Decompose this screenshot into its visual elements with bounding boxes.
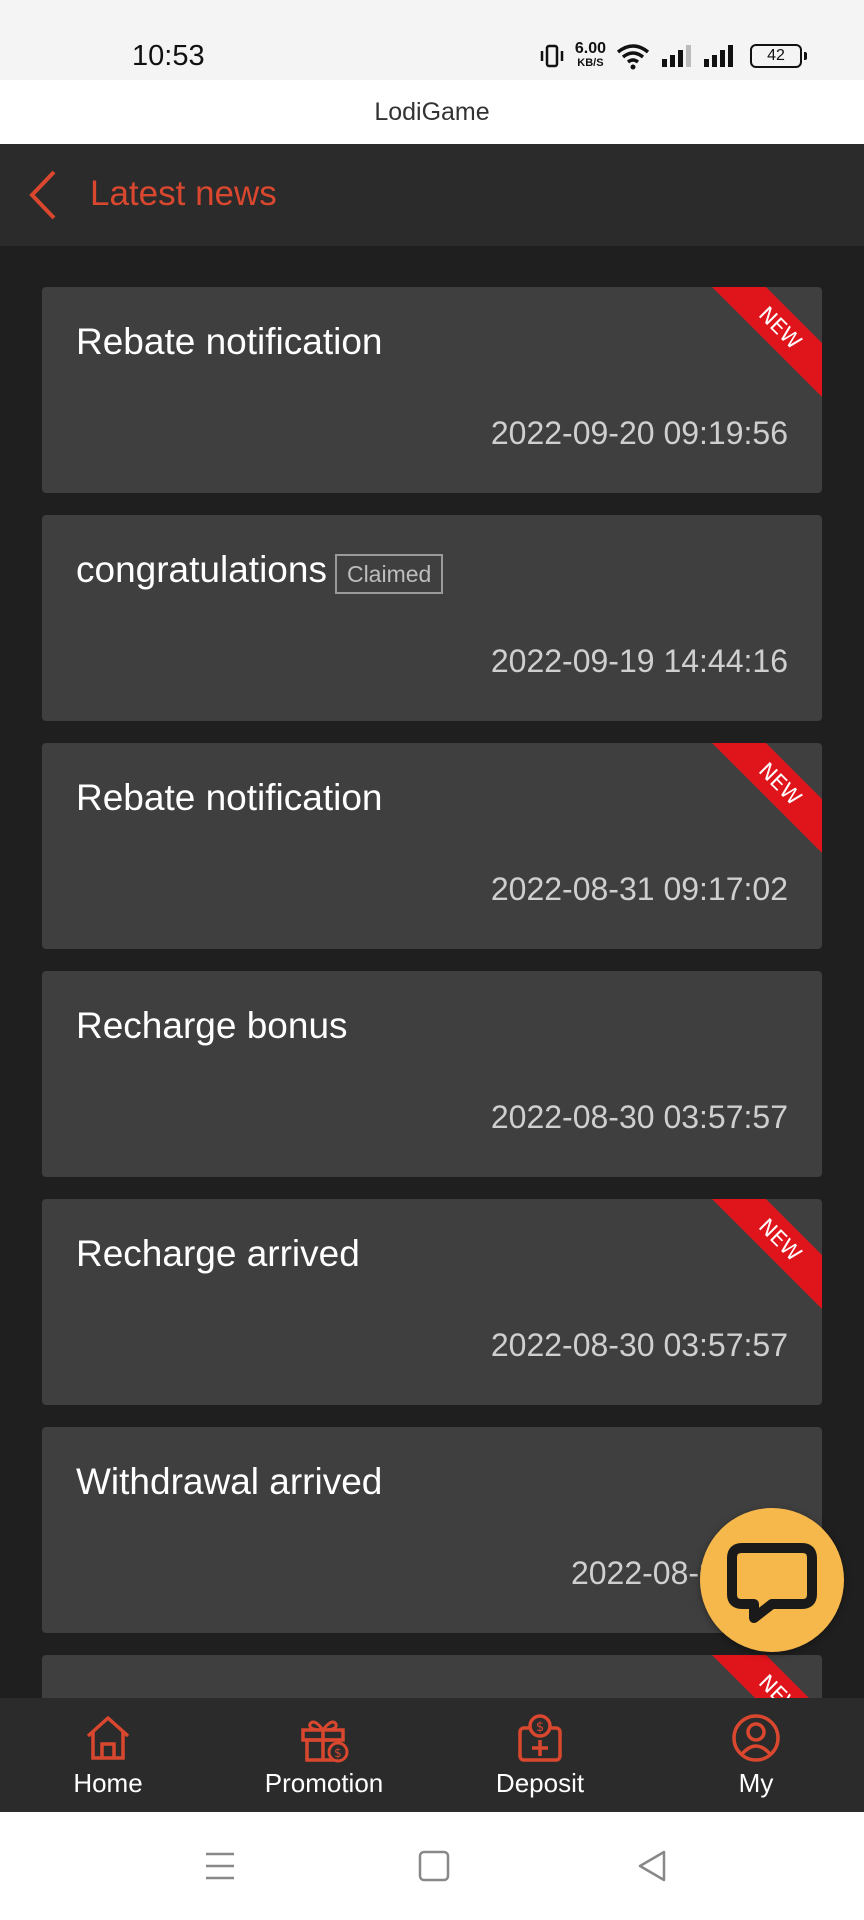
new-ribbon: NEW <box>709 287 822 399</box>
page-title: Latest news <box>90 174 277 213</box>
triangle-back-icon <box>638 1850 666 1882</box>
new-ribbon: NEW <box>709 1655 822 1698</box>
news-item[interactable]: Recharge arrived 2022-08-30 03:57:57 NEW <box>42 1199 822 1405</box>
svg-text:$: $ <box>536 1720 544 1735</box>
news-title-text: congratulations <box>76 549 327 590</box>
news-time: 2022-08-31 09:17:02 <box>490 871 788 907</box>
status-icons: 6.00 KB/S 42 <box>539 40 807 72</box>
svg-text:$: $ <box>334 1746 342 1760</box>
news-item[interactable]: Rebate notification 2022-08-31 09:17:02 … <box>42 743 822 949</box>
user-icon <box>732 1714 780 1762</box>
news-item[interactable]: congratulations Claimed 2022-09-19 14:44… <box>42 515 822 721</box>
signal-icon <box>704 45 733 67</box>
deposit-icon: $ <box>518 1714 562 1762</box>
news-title: Rebate notification <box>76 321 382 363</box>
network-speed: 6.00 KB/S <box>574 40 606 70</box>
home-icon <box>86 1716 130 1760</box>
battery-indicator: 42 <box>750 44 807 68</box>
gift-icon: $ <box>301 1720 349 1763</box>
news-item[interactable]: Rebate notification 2022-09-20 09:19:56 … <box>42 287 822 493</box>
news-title: Rebate notification <box>76 777 382 819</box>
back-system-button[interactable] <box>630 1844 674 1888</box>
chevron-left-icon <box>29 170 56 220</box>
app-title: LodiGame <box>0 80 864 144</box>
nav-deposit[interactable]: $ Deposit <box>432 1698 648 1812</box>
nav-label: My <box>738 1768 774 1798</box>
square-icon <box>418 1850 450 1882</box>
system-nav-bar <box>0 1812 864 1920</box>
news-time: 2022-09-20 09:19:56 <box>490 415 788 451</box>
menu-icon <box>206 1852 234 1880</box>
claimed-badge: Claimed <box>334 554 444 594</box>
news-title: Recharge arrived <box>76 1233 360 1275</box>
recent-apps-button[interactable] <box>198 1844 242 1888</box>
news-time: 2022-08-30 03:57:57 <box>490 1327 788 1363</box>
nav-label: Promotion <box>264 1768 384 1798</box>
vibrate-icon <box>540 44 564 68</box>
chat-button[interactable] <box>700 1508 844 1652</box>
back-button[interactable] <box>24 168 64 222</box>
news-item[interactable]: Recharge bonus 2022-08-30 03:57:57 <box>42 971 822 1177</box>
nav-label: Home <box>73 1768 143 1798</box>
new-ribbon: NEW <box>709 743 822 855</box>
chat-bubble-icon <box>727 1543 817 1623</box>
nav-label: Deposit <box>495 1768 585 1798</box>
news-title: Recharge bonus <box>76 1005 348 1047</box>
news-list[interactable]: Rebate notification 2022-09-20 09:19:56 … <box>0 246 864 1698</box>
network-speed-unit: KB/S <box>577 57 604 69</box>
news-title-text: Rebate notification <box>76 321 383 362</box>
new-ribbon: NEW <box>709 1199 822 1311</box>
wifi-icon <box>616 44 650 70</box>
news-title-text: Rebate notification <box>76 777 383 818</box>
news-title-text: Recharge bonus <box>76 1005 348 1046</box>
news-title: Withdrawal arrived <box>76 1461 382 1503</box>
news-title-text: Recharge arrived <box>76 1233 360 1274</box>
nav-home[interactable]: Home <box>0 1698 216 1812</box>
nav-my[interactable]: My <box>648 1698 864 1812</box>
status-bar: 10:53 6.00 KB/S 42 <box>0 0 864 80</box>
network-speed-value: 6.00 <box>574 40 606 57</box>
home-system-button[interactable] <box>412 1844 456 1888</box>
page-header: Latest news <box>0 144 864 246</box>
signal-icon <box>662 45 691 67</box>
news-time: 2022-09-19 14:44:16 <box>490 643 788 679</box>
nav-promotion[interactable]: $ Promotion <box>216 1698 432 1812</box>
news-time: 2022-08-30 03:57:57 <box>490 1099 788 1135</box>
status-time: 10:53 <box>132 40 205 72</box>
news-title-text: Withdrawal arrived <box>76 1461 383 1502</box>
news-item[interactable]: NEW <box>42 1655 822 1698</box>
bottom-nav: Home $ Promotion $ Deposit My <box>0 1698 864 1812</box>
news-title: congratulations Claimed <box>76 549 444 594</box>
